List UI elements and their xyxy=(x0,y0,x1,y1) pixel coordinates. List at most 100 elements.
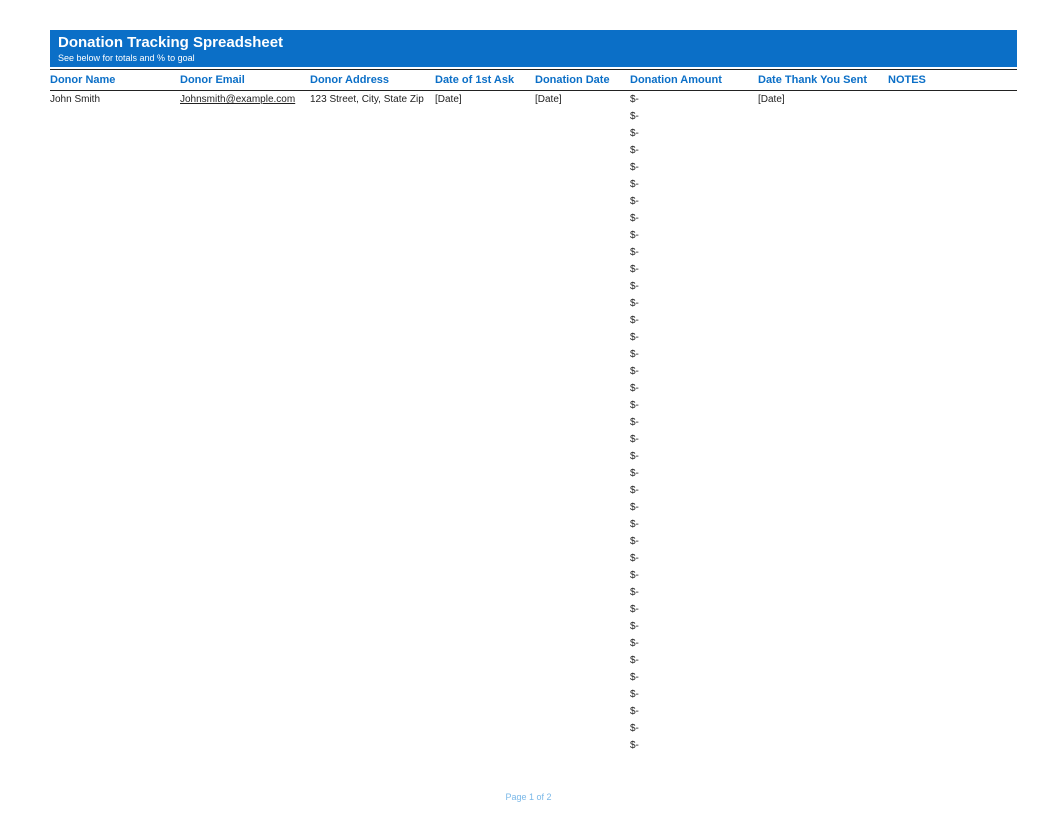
table-row: $- xyxy=(50,431,1017,448)
cell-notes xyxy=(888,703,1017,720)
title-bar: Donation Tracking Spreadsheet See below … xyxy=(50,30,1017,67)
cell-donor-email xyxy=(180,380,310,397)
cell-donor-email xyxy=(180,142,310,159)
donor-email-link[interactable]: Johnsmith@example.com xyxy=(180,94,295,105)
cell-date-thank-you xyxy=(758,465,888,482)
cell-date-first-ask xyxy=(435,193,535,210)
table-row: $- xyxy=(50,652,1017,669)
cell-donation-amount: $- xyxy=(630,193,758,210)
cell-donor-email xyxy=(180,499,310,516)
col-donor-address: Donor Address xyxy=(310,70,435,91)
cell-donation-amount: $- xyxy=(630,397,758,414)
cell-donation-date: [Date] xyxy=(535,91,630,109)
cell-donation-date xyxy=(535,431,630,448)
cell-donor-email xyxy=(180,414,310,431)
cell-donation-date xyxy=(535,380,630,397)
table-row: $- xyxy=(50,703,1017,720)
cell-notes xyxy=(888,176,1017,193)
cell-donor-address xyxy=(310,601,435,618)
cell-donation-amount: $- xyxy=(630,652,758,669)
cell-donor-name xyxy=(50,397,180,414)
cell-notes xyxy=(888,261,1017,278)
cell-donation-amount: $- xyxy=(630,278,758,295)
cell-notes xyxy=(888,244,1017,261)
table-body: John SmithJohnsmith@example.com123 Stree… xyxy=(50,91,1017,755)
cell-donation-amount: $- xyxy=(630,533,758,550)
cell-donor-name xyxy=(50,482,180,499)
cell-donor-email xyxy=(180,601,310,618)
cell-donation-amount: $- xyxy=(630,618,758,635)
cell-date-thank-you xyxy=(758,278,888,295)
cell-donor-name xyxy=(50,533,180,550)
table-row: $- xyxy=(50,346,1017,363)
cell-donation-date xyxy=(535,244,630,261)
cell-donor-email xyxy=(180,176,310,193)
cell-donor-email xyxy=(180,193,310,210)
cell-donation-amount: $- xyxy=(630,720,758,737)
cell-donation-date xyxy=(535,363,630,380)
table-row: $- xyxy=(50,210,1017,227)
cell-date-first-ask xyxy=(435,261,535,278)
cell-donation-date xyxy=(535,295,630,312)
cell-donor-email xyxy=(180,567,310,584)
cell-date-thank-you xyxy=(758,601,888,618)
cell-date-thank-you xyxy=(758,261,888,278)
cell-donation-amount: $- xyxy=(630,312,758,329)
cell-date-first-ask xyxy=(435,703,535,720)
cell-donor-name xyxy=(50,278,180,295)
cell-date-first-ask xyxy=(435,125,535,142)
cell-donation-date xyxy=(535,414,630,431)
cell-donor-name xyxy=(50,550,180,567)
cell-donor-email xyxy=(180,737,310,754)
cell-notes xyxy=(888,448,1017,465)
cell-date-thank-you xyxy=(758,516,888,533)
cell-date-first-ask xyxy=(435,380,535,397)
cell-date-first-ask xyxy=(435,550,535,567)
cell-donation-date xyxy=(535,652,630,669)
cell-donation-amount: $- xyxy=(630,108,758,125)
cell-notes xyxy=(888,533,1017,550)
cell-donation-date xyxy=(535,499,630,516)
cell-donor-email xyxy=(180,448,310,465)
cell-notes xyxy=(888,499,1017,516)
table-row: $- xyxy=(50,686,1017,703)
table-row: $- xyxy=(50,635,1017,652)
cell-date-first-ask xyxy=(435,244,535,261)
cell-donor-email xyxy=(180,261,310,278)
cell-donor-address xyxy=(310,176,435,193)
cell-donation-amount: $- xyxy=(630,584,758,601)
cell-donor-name xyxy=(50,499,180,516)
cell-date-first-ask xyxy=(435,312,535,329)
table-row: $- xyxy=(50,380,1017,397)
cell-notes xyxy=(888,414,1017,431)
cell-donor-email xyxy=(180,397,310,414)
cell-notes xyxy=(888,618,1017,635)
cell-donation-amount: $- xyxy=(630,329,758,346)
cell-donor-name xyxy=(50,329,180,346)
cell-donor-email xyxy=(180,346,310,363)
cell-notes xyxy=(888,737,1017,754)
cell-donor-name: John Smith xyxy=(50,91,180,109)
table-row: $- xyxy=(50,550,1017,567)
cell-notes xyxy=(888,346,1017,363)
cell-donation-date xyxy=(535,312,630,329)
cell-donor-email xyxy=(180,516,310,533)
cell-date-first-ask xyxy=(435,737,535,754)
cell-donor-name xyxy=(50,720,180,737)
cell-date-thank-you xyxy=(758,346,888,363)
cell-donor-name xyxy=(50,193,180,210)
document-subtitle: See below for totals and % to goal xyxy=(58,53,1009,63)
cell-donor-email xyxy=(180,278,310,295)
cell-donation-date xyxy=(535,261,630,278)
cell-donor-email xyxy=(180,125,310,142)
cell-donation-date xyxy=(535,108,630,125)
cell-date-first-ask xyxy=(435,142,535,159)
cell-date-first-ask xyxy=(435,686,535,703)
cell-donor-email xyxy=(180,210,310,227)
cell-donor-email xyxy=(180,227,310,244)
cell-date-first-ask xyxy=(435,397,535,414)
cell-donation-date xyxy=(535,737,630,754)
cell-donation-amount: $- xyxy=(630,550,758,567)
cell-date-thank-you xyxy=(758,193,888,210)
cell-donor-name xyxy=(50,737,180,754)
